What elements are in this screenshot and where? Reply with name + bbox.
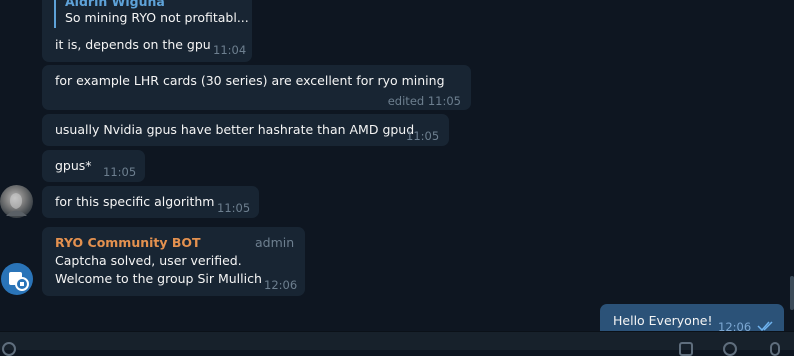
message-text: usually Nvidia gpus have better hashrate… bbox=[55, 122, 415, 137]
reply-text: So mining RYO not profitabl... bbox=[65, 10, 249, 25]
message-text: Hello Everyone! bbox=[613, 313, 713, 328]
message-text: it is, depends on the gpu bbox=[55, 37, 211, 52]
message-time: edited 11:05 bbox=[387, 94, 461, 108]
admin-badge: admin bbox=[255, 235, 295, 250]
message-text: Captcha solved, user verified. bbox=[55, 253, 242, 268]
message-time: 11:05 bbox=[103, 165, 137, 179]
message-text: for example LHR cards (30 series) are ex… bbox=[55, 73, 445, 88]
double-check-icon bbox=[757, 321, 773, 331]
avatar-figure-icon bbox=[6, 193, 27, 216]
scrollbar[interactable] bbox=[790, 276, 794, 310]
message-time: 11:05 bbox=[406, 129, 440, 143]
message-composer[interactable] bbox=[0, 331, 794, 356]
message-bubble[interactable]: usually Nvidia gpus have better hashrate… bbox=[42, 114, 449, 146]
message-text: for this specific algorithm bbox=[55, 194, 215, 209]
outgoing-message-bubble[interactable]: Hello Everyone! 12:06 bbox=[600, 304, 784, 331]
reply-preview[interactable]: Aldrin Wiguna So mining RYO not profitab… bbox=[54, 0, 249, 28]
attach-icon[interactable] bbox=[2, 342, 16, 356]
message-bubble[interactable]: gpus* 11:05 bbox=[42, 150, 145, 182]
message-time: 12:06 bbox=[264, 278, 298, 292]
sticker-icon[interactable] bbox=[723, 342, 737, 356]
bot-logo-icon bbox=[9, 272, 29, 291]
mic-icon[interactable] bbox=[770, 342, 780, 356]
message-bubble[interactable]: Aldrin Wiguna So mining RYO not profitab… bbox=[42, 0, 252, 62]
emoji-icon[interactable] bbox=[679, 342, 693, 356]
bot-avatar[interactable] bbox=[1, 263, 33, 295]
message-text: gpus* bbox=[55, 158, 92, 173]
message-bubble[interactable]: for example LHR cards (30 series) are ex… bbox=[42, 65, 471, 110]
user-avatar[interactable] bbox=[0, 185, 33, 218]
message-time: 12:06 bbox=[718, 320, 752, 331]
chat-history[interactable]: Aldrin Wiguna So mining RYO not profitab… bbox=[0, 0, 794, 331]
reply-author: Aldrin Wiguna bbox=[65, 0, 165, 9]
bot-name[interactable]: RYO Community BOT bbox=[55, 234, 201, 252]
message-time: 11:05 bbox=[217, 201, 251, 215]
message-bubble[interactable]: RYO Community BOT admin Captcha solved, … bbox=[42, 227, 305, 296]
message-time: 11:04 bbox=[213, 43, 247, 57]
message-bubble[interactable]: for this specific algorithm 11:05 bbox=[42, 186, 259, 218]
message-text: Welcome to the group Sir Mullich bbox=[55, 271, 262, 286]
